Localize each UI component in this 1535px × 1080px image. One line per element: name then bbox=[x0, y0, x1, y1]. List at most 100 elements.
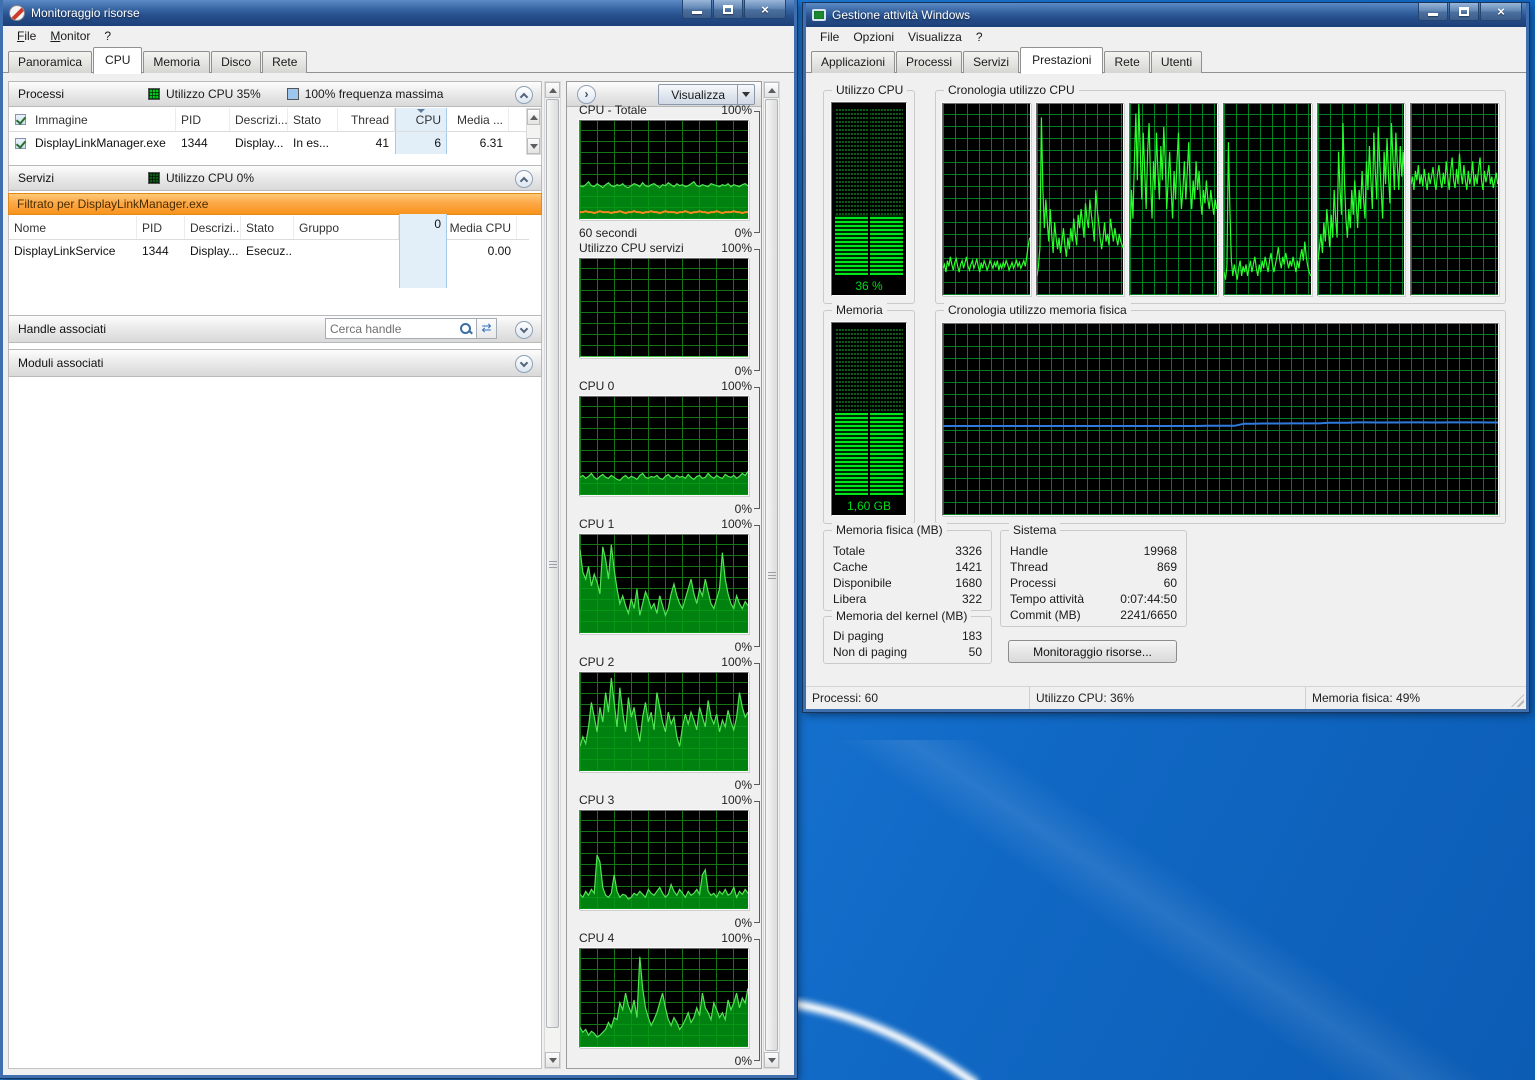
memory-gauge-value: 1,60 GB bbox=[832, 499, 906, 513]
minimize-button[interactable] bbox=[682, 0, 712, 19]
modules-expand-button[interactable] bbox=[515, 355, 533, 373]
left-pane-scrollbar[interactable] bbox=[544, 81, 561, 1069]
services-section-header[interactable]: Servizi Utilizzo CPU 0% bbox=[8, 165, 542, 191]
maximize-button[interactable] bbox=[713, 0, 743, 19]
col-pid[interactable]: PID bbox=[137, 216, 185, 239]
col-gruppo[interactable]: Gruppo bbox=[294, 216, 399, 239]
scrollbar-thumb[interactable] bbox=[546, 99, 559, 1028]
handle-search-input[interactable] bbox=[326, 322, 458, 336]
services-cpu-usage-label: Utilizzo CPU 0% bbox=[166, 171, 254, 185]
col-media-cpu[interactable]: Media CPU bbox=[447, 216, 517, 239]
col-thread[interactable]: Thread bbox=[338, 108, 395, 131]
tab-rete[interactable]: Rete bbox=[262, 51, 307, 73]
process-threads: 41 bbox=[338, 132, 395, 154]
scroll-down-button[interactable] bbox=[764, 1052, 779, 1068]
menu-help[interactable]: ? bbox=[969, 28, 990, 46]
taskman-titlebar[interactable]: Gestione attività Windows × bbox=[806, 3, 1526, 27]
cpu-gauge-group-label: Utilizzo CPU bbox=[832, 83, 907, 97]
tab-panoramica[interactable]: Panoramica bbox=[8, 51, 92, 73]
processes-frequency-label: 100% frequenza massima bbox=[305, 87, 444, 101]
resource-monitor-window: Monitoraggio risorse × File Monitor ? Pa… bbox=[0, 0, 797, 1078]
col-media-cpu[interactable]: Media ... bbox=[447, 108, 509, 131]
status-cpu-usage: Utilizzo CPU: 36% bbox=[1030, 687, 1306, 709]
scrollbar-thumb[interactable] bbox=[765, 99, 778, 1051]
services-cpu-legend: Utilizzo CPU 0% bbox=[148, 171, 254, 185]
processes-cpu-legend: Utilizzo CPU 35% bbox=[148, 87, 261, 101]
visualizza-dropdown[interactable]: Visualizza bbox=[658, 84, 755, 105]
col-stato[interactable]: Stato bbox=[241, 216, 294, 239]
cpu-history-graphs bbox=[942, 103, 1499, 296]
taskman-window-title: Gestione attività Windows bbox=[832, 8, 970, 22]
processes-table-scrollbar[interactable] bbox=[526, 108, 541, 155]
dropdown-arrow[interactable] bbox=[737, 85, 754, 104]
menu-file[interactable]: File bbox=[10, 27, 43, 45]
scroll-up-button[interactable] bbox=[527, 109, 540, 125]
resmon-titlebar[interactable]: Monitoraggio risorse × bbox=[3, 0, 794, 26]
taskman-client: Utilizzo CPU 36 % Cronologia utilizzo CP… bbox=[806, 73, 1526, 699]
row-checkbox[interactable] bbox=[15, 138, 26, 149]
menu-monitor[interactable]: Monitor bbox=[43, 27, 97, 45]
stat-label: Handle bbox=[1010, 544, 1048, 560]
search-icon[interactable] bbox=[458, 321, 474, 337]
processes-collapse-button[interactable] bbox=[515, 86, 533, 104]
service-name: DisplayLinkService bbox=[9, 240, 137, 262]
close-button[interactable]: × bbox=[744, 0, 786, 19]
tab-processi[interactable]: Processi bbox=[896, 51, 962, 73]
tab-prestazioni[interactable]: Prestazioni bbox=[1020, 47, 1103, 74]
tab-rete[interactable]: Rete bbox=[1104, 51, 1149, 73]
scroll-down-button[interactable] bbox=[545, 1052, 560, 1068]
col-cpu[interactable]: CPU bbox=[395, 108, 447, 131]
tab-utenti[interactable]: Utenti bbox=[1151, 51, 1202, 73]
scale-bracket bbox=[754, 939, 760, 1061]
scroll-up-button[interactable] bbox=[545, 82, 560, 98]
col-descrizione[interactable]: Descrizi... bbox=[185, 216, 241, 239]
processes-table-header[interactable]: Immagine PID Descrizi... Stato Thread CP… bbox=[9, 108, 526, 132]
tab-cpu[interactable]: CPU bbox=[93, 47, 142, 74]
service-row-displaylinkservice[interactable]: DisplayLinkService 1344 Display... Esecu… bbox=[9, 240, 529, 262]
tab-disco[interactable]: Disco bbox=[211, 51, 261, 73]
stat-value: 183 bbox=[962, 629, 982, 645]
scale-bracket bbox=[754, 663, 760, 785]
scale-bracket bbox=[754, 249, 760, 371]
services-collapse-button[interactable] bbox=[515, 170, 533, 188]
graph-min-label: 0% bbox=[735, 1054, 752, 1068]
graphs-panel-scrollbar[interactable] bbox=[763, 81, 780, 1069]
services-table-header[interactable]: Nome PID Descrizi... Stato Gruppo CPU Me… bbox=[9, 216, 529, 240]
processes-title: Processi bbox=[18, 87, 148, 101]
handle-refresh-button[interactable]: ⇄ bbox=[477, 318, 497, 339]
maximize-button[interactable] bbox=[1449, 3, 1479, 21]
col-stato[interactable]: Stato bbox=[288, 108, 338, 131]
menu-help[interactable]: ? bbox=[97, 27, 118, 45]
handles-expand-button[interactable] bbox=[515, 321, 533, 339]
col-nome[interactable]: Nome bbox=[9, 216, 137, 239]
stat-value: 60 bbox=[1164, 576, 1177, 592]
scroll-down-button[interactable] bbox=[527, 138, 540, 154]
menu-visualizza[interactable]: Visualizza bbox=[901, 28, 969, 46]
scroll-up-button[interactable] bbox=[764, 82, 779, 98]
graph-max-label: 100% bbox=[721, 379, 752, 396]
tab-memoria[interactable]: Memoria bbox=[143, 51, 210, 73]
menu-opzioni[interactable]: Opzioni bbox=[846, 28, 901, 46]
collapse-panel-button[interactable]: › bbox=[577, 85, 596, 104]
col-immagine[interactable]: Immagine bbox=[30, 108, 176, 131]
graph-max-label: 100% bbox=[721, 241, 752, 258]
close-button[interactable]: × bbox=[1480, 3, 1522, 21]
tab-servizi[interactable]: Servizi bbox=[963, 51, 1019, 73]
scale-bracket bbox=[754, 801, 760, 923]
select-all-checkbox[interactable] bbox=[15, 114, 26, 125]
graph-block-cpu0: CPU 0100% 0% bbox=[579, 379, 761, 516]
stat-label: Totale bbox=[833, 544, 865, 560]
resource-monitor-button[interactable]: Monitoraggio risorse... bbox=[1008, 640, 1177, 663]
core0-history-graph bbox=[942, 103, 1031, 296]
col-pid[interactable]: PID bbox=[176, 108, 230, 131]
modules-section-header[interactable]: Moduli associati bbox=[8, 349, 542, 377]
memory-gauge-groupbox: Memoria 1,60 GB bbox=[823, 310, 915, 524]
stat-label: Processi bbox=[1010, 576, 1056, 592]
process-row-displaylinkmanager[interactable]: DisplayLinkManager.exe 1344 Display... I… bbox=[9, 132, 526, 154]
services-filter-bar: Filtrato per DisplayLinkManager.exe bbox=[8, 193, 542, 215]
col-descrizione[interactable]: Descrizi... bbox=[230, 108, 288, 131]
tab-applicazioni[interactable]: Applicazioni bbox=[811, 51, 895, 73]
menu-file[interactable]: File bbox=[813, 28, 846, 46]
minimize-button[interactable] bbox=[1418, 3, 1448, 21]
processes-section-header[interactable]: Processi Utilizzo CPU 35% 100% frequenza… bbox=[8, 81, 542, 107]
